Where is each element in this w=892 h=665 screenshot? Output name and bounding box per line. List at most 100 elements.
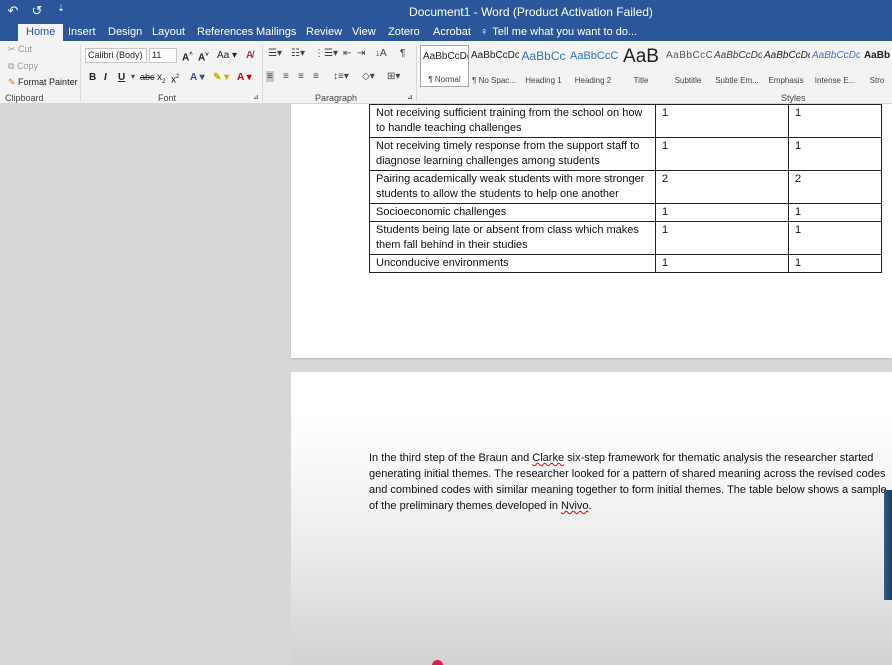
align-left-icon[interactable]: ≡ (266, 71, 274, 82)
underline-icon[interactable]: U (118, 71, 125, 84)
bullets-icon[interactable]: ☰▾ (268, 48, 282, 59)
tab-home[interactable]: Home (18, 24, 64, 41)
copy-icon: ⧉ (8, 61, 17, 71)
borders-icon[interactable]: ⊞▾ (387, 71, 400, 82)
table-row: Not receiving sufficient training from t… (369, 104, 882, 138)
highlight-color-icon[interactable]: ✎ ▾ (213, 71, 229, 84)
subscript-icon[interactable]: x2 (157, 71, 165, 89)
tab-mailings[interactable]: Mailings (256, 24, 296, 41)
tab-design[interactable]: Design (108, 24, 142, 41)
paintbrush-icon: ✎ (8, 77, 19, 87)
font-group-label: Font (158, 93, 177, 103)
font-size-select[interactable]: 11 (149, 48, 177, 63)
strikethrough-icon[interactable]: abc (140, 71, 155, 84)
multilevel-list-icon[interactable]: ⋮☰▾ (314, 48, 338, 59)
tab-zotero[interactable]: Zotero (388, 24, 420, 41)
table-row: Students being late or absent from class… (369, 221, 882, 255)
format-painter-button[interactable]: ✎ Format Painter (8, 77, 78, 88)
justify-icon[interactable]: ≡ (313, 71, 319, 82)
lightbulb-icon: ♀ (480, 26, 489, 38)
divider (416, 45, 417, 101)
tab-view[interactable]: View (352, 24, 376, 41)
table-cell[interactable]: 1 (655, 137, 789, 171)
style-subtle-emphasis[interactable]: AaBbCcDc Subtle Em... (712, 45, 762, 87)
line-spacing-icon[interactable]: ↕≡▾ (333, 71, 349, 82)
title-bar: ↶ ↺ ⇣ Document1 - Word (Product Activati… (0, 0, 892, 24)
table-cell[interactable]: 1 (655, 203, 789, 222)
shading-icon[interactable]: ◇▾ (362, 71, 375, 82)
body-paragraph[interactable]: In the third step of the Braun and Clark… (369, 450, 889, 514)
table-cell[interactable]: Pairing academically weak students with … (369, 170, 656, 204)
ribbon: ✂ Cut ⧉ Copy ✎ Format Painter Clipboard … (0, 41, 892, 104)
tab-acrobat[interactable]: Acrobat (433, 24, 471, 41)
overlay-window-edge (884, 490, 892, 600)
show-formatting-marks-icon[interactable]: ¶ (400, 48, 405, 59)
numbering-icon[interactable]: ☷▾ (291, 48, 305, 59)
grow-font-icon[interactable]: A^ (182, 49, 193, 64)
spelling-flag-word[interactable]: Clarke (532, 452, 564, 464)
text-effects-icon[interactable]: A ▾ (190, 71, 205, 84)
table-cell[interactable]: 1 (788, 104, 882, 138)
table-cell[interactable]: Socioeconomic challenges (369, 203, 656, 222)
change-case-icon[interactable]: Aa ▾ (217, 49, 237, 62)
font-dialog-launcher-icon[interactable]: ⊿ (253, 93, 259, 101)
table-row: Unconducive environments 1 1 (369, 254, 882, 273)
copy-button[interactable]: ⧉ Copy (8, 61, 38, 72)
style-strong[interactable]: AaBb Stro (860, 45, 892, 87)
tab-review[interactable]: Review (306, 24, 342, 41)
divider (80, 45, 81, 101)
font-color-icon[interactable]: A ▾ (237, 71, 252, 84)
tab-references[interactable]: References (197, 24, 253, 41)
tab-layout[interactable]: Layout (152, 24, 185, 41)
superscript-icon[interactable]: x2 (171, 71, 179, 86)
table-cell[interactable]: 1 (788, 137, 882, 171)
clear-formatting-icon[interactable]: A̸ (246, 49, 253, 62)
style-subtitle[interactable]: AaBbCcC Subtitle (664, 45, 712, 87)
table-row: Not receiving timely response from the s… (369, 137, 882, 171)
cut-button[interactable]: ✂ Cut (8, 44, 32, 55)
style-no-spacing[interactable]: AaBbCcDc ¶ No Spac... (469, 45, 519, 87)
style-heading-1[interactable]: AaBbCc Heading 1 (519, 45, 568, 87)
underline-dropdown-icon[interactable]: ▾ (131, 72, 135, 81)
table-cell[interactable]: 1 (655, 104, 789, 138)
align-right-icon[interactable]: ≡ (298, 71, 304, 82)
table-cell[interactable]: Students being late or absent from class… (369, 221, 656, 255)
font-name-select[interactable]: Calibri (Body) (85, 48, 147, 63)
table-cell[interactable]: 1 (655, 221, 789, 255)
table-cell[interactable]: 2 (788, 170, 882, 204)
increase-indent-icon[interactable]: ⇥ (357, 48, 365, 59)
styles-gallery: AaBbCcDc ¶ Normal AaBbCcDc ¶ No Spac... … (420, 45, 892, 87)
document-page[interactable]: Not receiving sufficient training from t… (291, 104, 892, 358)
style-emphasis[interactable]: AaBbCcDc Emphasis (762, 45, 810, 87)
italic-icon[interactable]: I (104, 71, 107, 84)
decrease-indent-icon[interactable]: ⇤ (343, 48, 351, 59)
table-row: Pairing academically weak students with … (369, 170, 882, 204)
paragraph-dialog-launcher-icon[interactable]: ⊿ (407, 93, 413, 101)
table-cell[interactable]: Unconducive environments (369, 254, 656, 273)
align-center-icon[interactable]: ≡ (283, 71, 289, 82)
table-cell[interactable]: 1 (655, 254, 789, 273)
style-intense-emphasis[interactable]: AaBbCcDc Intense E... (810, 45, 860, 87)
bold-icon[interactable]: B (89, 71, 96, 84)
table-cell[interactable]: 1 (788, 203, 882, 222)
style-title[interactable]: AaB Title (618, 45, 664, 87)
themes-table: Not receiving sufficient training from t… (369, 104, 882, 273)
table-row: Socioeconomic challenges 1 1 (369, 203, 882, 222)
shrink-font-icon[interactable]: A˅ (198, 49, 209, 64)
tell-me-box[interactable]: ♀ Tell me what you want to do... (480, 24, 637, 40)
style-normal[interactable]: AaBbCcDc ¶ Normal (420, 45, 469, 87)
tell-me-text: Tell me what you want to do... (492, 26, 638, 38)
table-cell[interactable]: 1 (788, 254, 882, 273)
window-title: Document1 - Word (Product Activation Fai… (409, 5, 653, 19)
spelling-flag-word[interactable]: Nvivo (561, 500, 589, 512)
table-cell[interactable]: Not receiving sufficient training from t… (369, 104, 656, 138)
ribbon-tabs: Home Insert Design Layout References Mai… (0, 24, 892, 41)
tab-insert[interactable]: Insert (68, 24, 96, 41)
table-cell[interactable]: Not receiving timely response from the s… (369, 137, 656, 171)
document-page[interactable]: In the third step of the Braun and Clark… (291, 372, 892, 665)
cursor-indicator (432, 660, 443, 665)
style-heading-2[interactable]: AaBbCcC Heading 2 (568, 45, 618, 87)
table-cell[interactable]: 2 (655, 170, 789, 204)
sort-icon[interactable]: ↓A (375, 48, 387, 59)
table-cell[interactable]: 1 (788, 221, 882, 255)
